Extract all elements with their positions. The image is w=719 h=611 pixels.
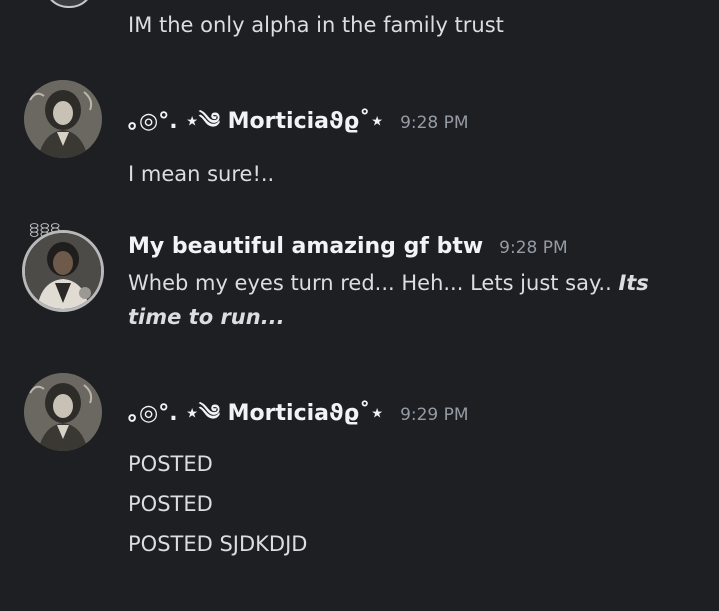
message-header: ｡◎°. ⋆༄ Morticiaϑϱ˚⋆ 9:28 PM: [128, 96, 469, 158]
message-text-plain: Wheb my eyes turn red... Heh... Lets jus…: [128, 271, 619, 295]
username[interactable]: My beautiful amazing gf btw: [128, 234, 483, 259]
user-avatar-icon: [25, 233, 101, 309]
avatar[interactable]: [24, 373, 102, 451]
timestamp[interactable]: 9:28 PM: [499, 238, 568, 258]
message-text: Wheb my eyes turn red... Heh... Lets jus…: [128, 266, 698, 334]
avatar[interactable]: [22, 230, 104, 312]
avatar[interactable]: [24, 80, 102, 158]
message-line: POSTED: [128, 492, 213, 516]
chat-messages: IM the only alpha in the family trust ｡◎…: [0, 0, 719, 611]
timestamp[interactable]: 9:29 PM: [400, 405, 469, 425]
message-header: ｡◎°. ⋆༄ Morticiaϑϱ˚⋆ 9:29 PM: [128, 388, 469, 450]
message-line: POSTED SJDKDJD: [128, 532, 308, 556]
avatar-partial[interactable]: [44, 0, 94, 8]
user-avatar-icon: [24, 373, 102, 451]
timestamp[interactable]: 9:28 PM: [400, 113, 469, 133]
message-header: My beautiful amazing gf btw 9:28 PM: [128, 234, 568, 259]
user-avatar-icon: [24, 80, 102, 158]
message-line: POSTED: [128, 452, 213, 476]
message-text: IM the only alpha in the family trust: [128, 13, 504, 37]
username[interactable]: ｡◎°. ⋆༄ Morticiaϑϱ˚⋆: [128, 388, 384, 450]
message-text: I mean sure!..: [128, 162, 275, 186]
username[interactable]: ｡◎°. ⋆༄ Morticiaϑϱ˚⋆: [128, 96, 384, 158]
